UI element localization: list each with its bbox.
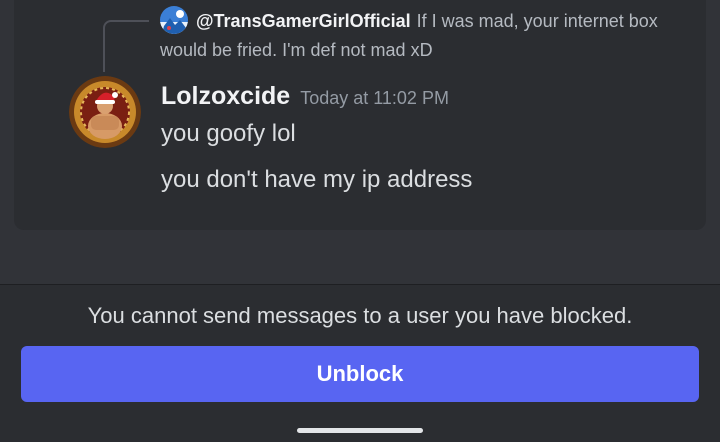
blocked-composer: You cannot send messages to a user you h… [0,284,720,442]
message-line[interactable]: you don't have my ip address [161,166,472,194]
reply-preview[interactable]: @TransGamerGirlOfficial If I was mad, you… [160,7,690,65]
chat-area: @TransGamerGirlOfficial If I was mad, you… [0,0,720,284]
message-header: Lolzoxcide Today at 11:02 PM [161,82,449,114]
message-group[interactable]: @TransGamerGirlOfficial If I was mad, you… [14,0,706,230]
reply-connector [103,20,149,72]
reply-author-name[interactable]: @TransGamerGirlOfficial [196,11,411,31]
santa-hat-avatar-icon [69,76,141,148]
unblock-button[interactable]: Unblock [21,346,699,402]
message-timestamp: Today at 11:02 PM [300,88,449,108]
message-line[interactable]: you goofy lol [161,120,296,148]
message-author-name[interactable]: Lolzoxcide [161,82,290,110]
avatar[interactable] [69,76,141,148]
home-indicator[interactable] [297,428,423,433]
blocked-notice: You cannot send messages to a user you h… [87,303,633,328]
